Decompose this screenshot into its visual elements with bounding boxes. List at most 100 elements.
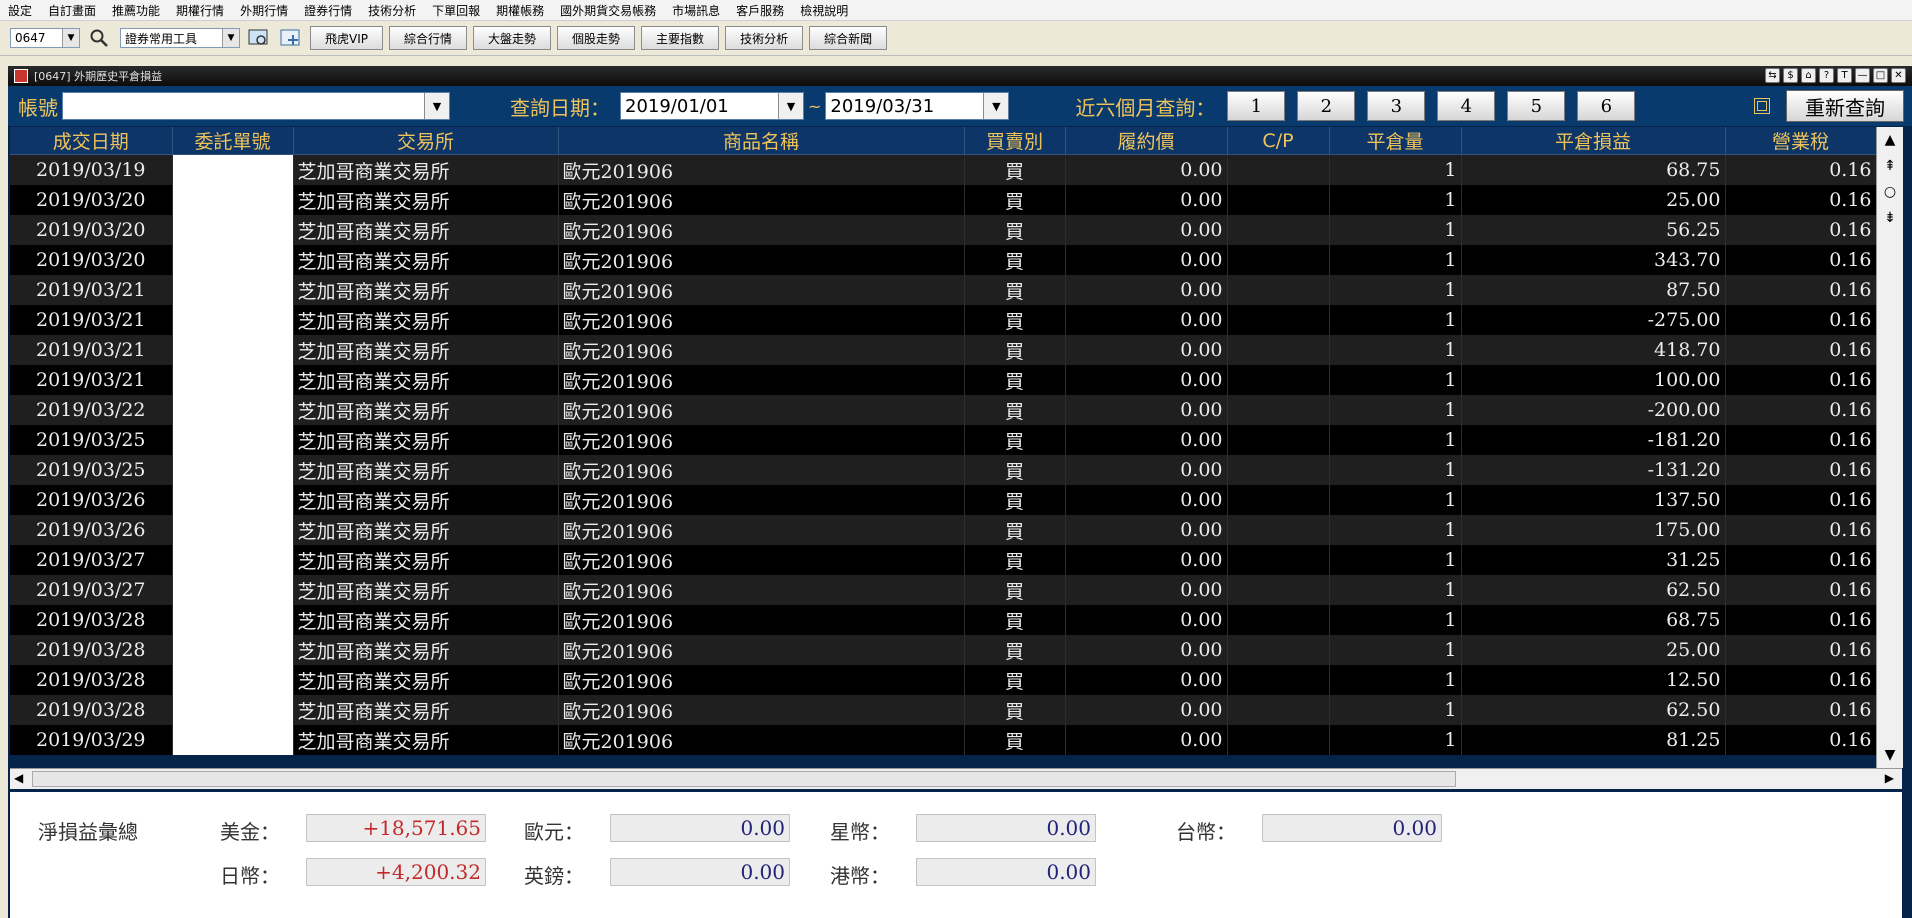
dollar-icon[interactable]: $ [1783, 68, 1798, 83]
table-row[interactable]: 2019/03/27 芝加哥商業交易所 歐元201906 買 0.00 1 31.25 0.1… [10, 545, 1877, 575]
cell-business-tax: 0.16 [1725, 485, 1877, 515]
table-row[interactable]: 2019/03/28 芝加哥商業交易所 歐元201906 買 0.00 1 62.50 0.1… [10, 695, 1877, 725]
vertical-scrollbar[interactable]: ▲ ⇞ ○ ⇟ ▼ [1876, 127, 1903, 768]
col-exchange[interactable]: 交易所 [293, 127, 559, 155]
menu-futures-options-quotes[interactable]: 期權行情 [168, 2, 232, 19]
col-call-put[interactable]: C/P [1227, 127, 1330, 155]
menu-settings[interactable]: 設定 [0, 2, 40, 19]
link-icon[interactable]: ⇆ [1765, 68, 1780, 83]
table-row[interactable]: 2019/03/25 芝加哥商業交易所 歐元201906 買 0.00 1 -181.20 0… [10, 425, 1877, 455]
scroll-right-icon[interactable]: ▶ [1885, 771, 1894, 785]
requery-button[interactable]: 重新查詢 [1786, 90, 1904, 122]
recent-6-months-button[interactable]: 6 [1577, 91, 1636, 121]
scroll-down-icon[interactable]: ▼ [1877, 742, 1903, 768]
horizontal-scrollbar[interactable]: ◀ ▶ [10, 768, 1902, 789]
chevron-down-icon[interactable]: ▼ [62, 29, 79, 47]
recent-3-months-button[interactable]: 3 [1367, 91, 1426, 121]
col-product-name[interactable]: 商品名稱 [558, 127, 965, 155]
cell-order-no [172, 365, 294, 395]
table-row[interactable]: 2019/03/20 芝加哥商業交易所 歐元201906 買 0.00 1 343.70 0.… [10, 245, 1877, 275]
table-row[interactable]: 2019/03/21 芝加哥商業交易所 歐元201906 買 0.00 1 418.70 0.… [10, 335, 1877, 365]
layout-toggle-icon[interactable] [1754, 98, 1770, 114]
scroll-reset-icon[interactable]: ○ [1877, 179, 1903, 205]
table-row[interactable]: 2019/03/20 芝加哥商業交易所 歐元201906 買 0.00 1 56.25 0.1… [10, 215, 1877, 245]
date-range-separator: ~ [808, 96, 822, 116]
home-icon[interactable]: ⌂ [1801, 68, 1816, 83]
scroll-left-icon[interactable]: ◀ [14, 771, 23, 785]
menu-help[interactable]: 檢視說明 [792, 2, 856, 19]
menu-order-report[interactable]: 下單回報 [424, 2, 488, 19]
table-row[interactable]: 2019/03/20 芝加哥商業交易所 歐元201906 買 0.00 1 25.00 0.1… [10, 185, 1877, 215]
scroll-top-icon[interactable]: ⇞ [1877, 153, 1903, 179]
table-row[interactable]: 2019/03/28 芝加哥商業交易所 歐元201906 買 0.00 1 68.75 0.1… [10, 605, 1877, 635]
menu-foreign-futures-quotes[interactable]: 外期行情 [232, 2, 296, 19]
table-row[interactable]: 2019/03/21 芝加哥商業交易所 歐元201906 買 0.00 1 100.00 0.… [10, 365, 1877, 395]
col-close-qty[interactable]: 平倉量 [1329, 127, 1462, 155]
horizontal-scroll-thumb[interactable] [32, 771, 1456, 787]
function-code-combo[interactable]: 0647 ▼ [10, 28, 80, 48]
chevron-down-icon[interactable]: ▼ [778, 93, 803, 119]
table-row[interactable]: 2019/03/21 芝加哥商業交易所 歐元201906 買 0.00 1 -275.00 0… [10, 305, 1877, 335]
menu-custom-screen[interactable]: 自訂畫面 [40, 2, 104, 19]
recent-5-months-button[interactable]: 5 [1507, 91, 1566, 121]
cell-product-name: 歐元201906 [558, 635, 965, 665]
text-icon[interactable]: T [1837, 68, 1852, 83]
search-icon[interactable] [86, 25, 112, 51]
menu-securities-quotes[interactable]: 證券行情 [296, 2, 360, 19]
col-strike-price[interactable]: 履約價 [1065, 127, 1228, 155]
table-row[interactable]: 2019/03/19 芝加哥商業交易所 歐元201906 買 0.00 1 68.75 0.1… [10, 154, 1877, 185]
chevron-down-icon[interactable]: ▼ [222, 29, 239, 47]
composite-news-button[interactable]: 綜合新聞 [809, 26, 888, 50]
recent-2-months-button[interactable]: 2 [1297, 91, 1356, 121]
table-row[interactable]: 2019/03/21 芝加哥商業交易所 歐元201906 買 0.00 1 87.50 0.1… [10, 275, 1877, 305]
col-close-pnl[interactable]: 平倉損益 [1461, 127, 1726, 155]
composite-quote-button[interactable]: 綜合行情 [389, 26, 468, 50]
major-index-button[interactable]: 主要指數 [641, 26, 720, 50]
cell-business-tax: 0.16 [1725, 275, 1877, 305]
table-row[interactable]: 2019/03/25 芝加哥商業交易所 歐元201906 買 0.00 1 -131.20 0… [10, 455, 1877, 485]
table-row[interactable]: 2019/03/26 芝加哥商業交易所 歐元201906 買 0.00 1 137.50 0.… [10, 485, 1877, 515]
stock-trend-button[interactable]: 個股走勢 [557, 26, 636, 50]
table-row[interactable]: 2019/03/29 芝加哥商業交易所 歐元201906 買 0.00 1 81.25 0.1… [10, 725, 1877, 755]
cell-close-qty: 1 [1329, 605, 1462, 635]
date-to-picker[interactable]: 2019/03/31 ▼ [825, 92, 1010, 120]
col-trade-date[interactable]: 成交日期 [10, 127, 173, 155]
table-row[interactable]: 2019/03/26 芝加哥商業交易所 歐元201906 買 0.00 1 175.00 0.… [10, 515, 1877, 545]
flying-tiger-vip-button[interactable]: 飛虎VIP [310, 26, 383, 50]
scroll-up-icon[interactable]: ▲ [1877, 127, 1903, 153]
scroll-bottom-icon[interactable]: ⇟ [1877, 205, 1903, 231]
cell-business-tax: 0.16 [1725, 665, 1877, 695]
cell-exchange: 芝加哥商業交易所 [293, 215, 559, 245]
table-row[interactable]: 2019/03/28 芝加哥商業交易所 歐元201906 買 0.00 1 12.50 0.1… [10, 665, 1877, 695]
chevron-down-icon[interactable]: ▼ [424, 93, 449, 119]
menu-customer-service[interactable]: 客戶服務 [728, 2, 792, 19]
query-date-label: 查詢日期： [510, 95, 610, 120]
chevron-down-icon[interactable]: ▼ [983, 93, 1009, 119]
menu-futures-account[interactable]: 期權帳務 [488, 2, 552, 19]
date-from-picker[interactable]: 2019/01/01 ▼ [620, 92, 804, 120]
table-row[interactable]: 2019/03/28 芝加哥商業交易所 歐元201906 買 0.00 1 25.00 0.1… [10, 635, 1877, 665]
tool-set-combo[interactable]: 證券常用工具 ▼ [120, 28, 240, 48]
recent-1-month-button[interactable]: 1 [1227, 91, 1286, 121]
menu-foreign-futures-account[interactable]: 國外期貨交易帳務 [552, 2, 664, 19]
maximize-icon[interactable]: □ [1873, 68, 1888, 83]
minimize-icon[interactable]: — [1855, 68, 1870, 83]
menu-recommended[interactable]: 推薦功能 [104, 2, 168, 19]
close-icon[interactable]: ✕ [1891, 68, 1906, 83]
col-order-no[interactable]: 委託單號 [172, 127, 294, 155]
screen-capture-icon[interactable] [246, 25, 272, 51]
menu-technical-analysis[interactable]: 技術分析 [360, 2, 424, 19]
table-row[interactable]: 2019/03/27 芝加哥商業交易所 歐元201906 買 0.00 1 62.50 0.1… [10, 575, 1877, 605]
col-buy-sell[interactable]: 買賣別 [964, 127, 1066, 155]
recent-4-months-button[interactable]: 4 [1437, 91, 1496, 121]
menu-market-info[interactable]: 市場訊息 [664, 2, 728, 19]
add-window-icon[interactable] [278, 25, 304, 51]
market-trend-button[interactable]: 大盤走勢 [473, 26, 552, 50]
cell-business-tax: 0.16 [1725, 605, 1877, 635]
account-select[interactable]: ▼ [62, 92, 450, 120]
help-icon[interactable]: ? [1819, 68, 1834, 83]
cell-close-pnl: 100.00 [1461, 365, 1726, 395]
col-business-tax[interactable]: 營業稅 [1725, 127, 1877, 155]
technical-analysis-button[interactable]: 技術分析 [725, 26, 804, 50]
table-row[interactable]: 2019/03/22 芝加哥商業交易所 歐元201906 買 0.00 1 -200.00 0… [10, 395, 1877, 425]
